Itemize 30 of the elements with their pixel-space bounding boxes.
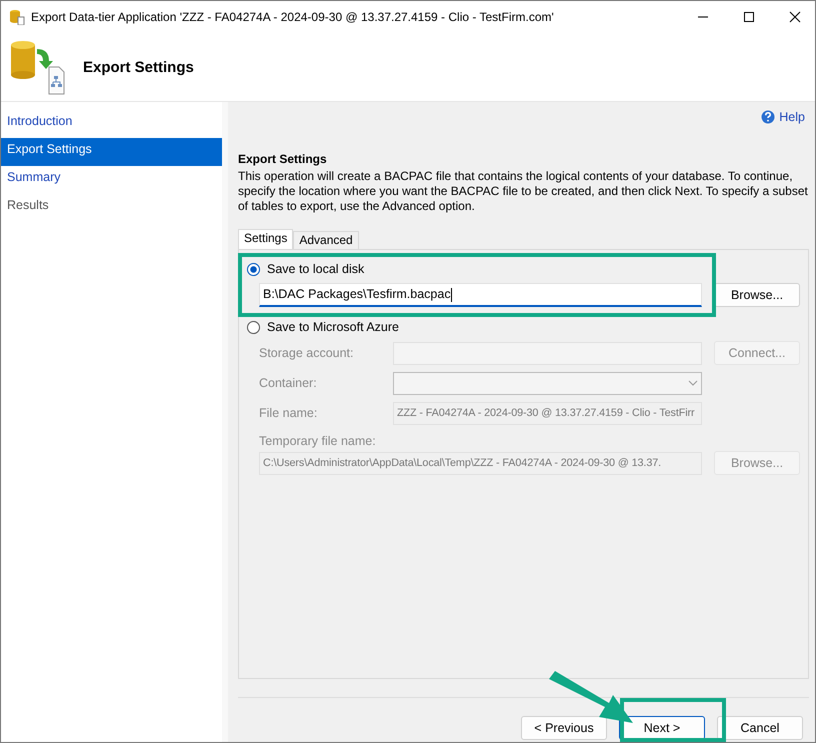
database-export-icon <box>9 9 25 25</box>
radio-label: Save to local disk <box>267 262 364 276</box>
radio-label: Save to Microsoft Azure <box>267 320 400 334</box>
window-title: Export Data-tier Application 'ZZZ - FA04274A - 2024-09-30 @ 13.37.27.4159 - Clio - TestFirm.com' <box>31 10 555 24</box>
sidebar-item[interactable]: Summary <box>1 166 222 194</box>
description-text: This operation will create a BACPAC file that contains the logical contents of your database. To continue, specify the location where you want the BACPAC file to be created, and then click Next. To specify a subset of tables to export, use the Advanced option. <box>238 169 809 214</box>
help-link[interactable]: Help <box>761 110 805 124</box>
browse-button[interactable]: Browse... <box>714 283 800 307</box>
file-name-field[interactable]: ZZZ - FA04274A - 2024-09-30 @ 13.37.27.4159 - Clio - TestFirr <box>393 402 702 424</box>
radio-button[interactable] <box>247 262 260 276</box>
wizard-button[interactable]: < Previous <box>521 716 607 740</box>
tab[interactable]: Settings <box>238 229 294 249</box>
section-heading: Export Settings <box>238 152 328 166</box>
path-field[interactable]: B:\DAC Packages\Tesfirm.bacpac <box>259 283 702 307</box>
page-title: Export Settings <box>83 58 194 76</box>
help-icon <box>761 110 776 124</box>
wizard-button[interactable]: Cancel <box>717 716 803 740</box>
chevron-down-icon <box>688 380 698 386</box>
radio-button[interactable] <box>247 320 260 334</box>
database-export-icon <box>9 39 65 95</box>
sidebar-item[interactable]: Introduction <box>1 110 222 138</box>
field-label: Container: <box>259 376 318 390</box>
sidebar-item[interactable]: Export Settings <box>1 138 222 166</box>
tab[interactable]: Advanced <box>293 231 359 249</box>
temp-file-field[interactable]: C:\Users\Administrator\AppData\Local\Temp\ZZZ - FA04274A - 2024-09-30 @ 13.37. <box>259 452 702 474</box>
field-label: Storage account: <box>259 346 355 360</box>
field-label: Temporary file name: <box>259 434 377 448</box>
maximize-icon[interactable] <box>743 11 755 23</box>
close-icon[interactable] <box>789 11 801 23</box>
field-label: File name: <box>259 406 318 420</box>
